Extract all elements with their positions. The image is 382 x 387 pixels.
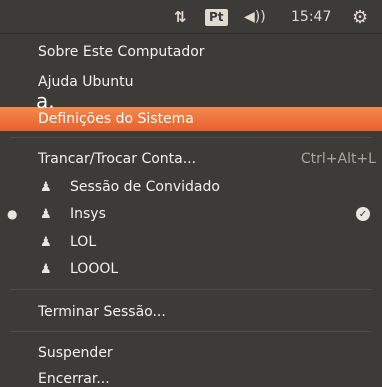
menu-item-suspend[interactable]: Suspender: [0, 341, 382, 365]
session-menu: Sobre Este Computador Ajuda Ubuntu Defin…: [0, 34, 382, 387]
menu-item-shutdown[interactable]: Encerrar...: [0, 367, 382, 387]
annotation-label: a.: [36, 89, 55, 113]
menu-separator: [10, 331, 372, 332]
session-gear-icon[interactable]: ⚙: [352, 0, 376, 34]
menu-item-label: Ajuda Ubuntu: [38, 74, 134, 90]
person-icon: ♟: [40, 179, 52, 195]
menu-item-logout[interactable]: Terminar Sessão...: [0, 300, 382, 324]
person-icon: ♟: [40, 261, 52, 277]
menu-item-lock[interactable]: Trancar/Trocar Conta... Ctrl+Alt+L: [0, 147, 382, 171]
menu-item-user-loool[interactable]: ♟ LOOOL: [0, 257, 382, 281]
user-name: LOL: [70, 234, 97, 250]
menu-separator: [10, 137, 372, 138]
menu-item-user-lol[interactable]: ♟ LOL: [0, 230, 382, 254]
menu-item-label: Terminar Sessão...: [38, 304, 166, 320]
menu-separator: [10, 289, 372, 290]
menu-item-label: Suspender: [38, 345, 113, 361]
menu-item-label: Sobre Este Computador: [38, 44, 205, 60]
top-panel: ⇅ Pt ◀)) 15:47 ⚙: [0, 0, 382, 34]
menu-item-user-guest[interactable]: ♟ Sessão de Convidado: [0, 175, 382, 199]
person-icon: ♟: [40, 206, 52, 222]
clock[interactable]: 15:47: [291, 0, 341, 34]
shortcut-label: Ctrl+Alt+L: [300, 151, 376, 167]
user-name: Sessão de Convidado: [70, 179, 220, 195]
menu-item-label: Definições do Sistema: [38, 111, 194, 127]
user-name: LOOOL: [70, 261, 119, 277]
network-icon[interactable]: ⇅: [174, 0, 200, 34]
menu-item-help[interactable]: Ajuda Ubuntu: [0, 70, 382, 94]
menu-item-about[interactable]: Sobre Este Computador: [0, 40, 382, 64]
menu-item-user-insys[interactable]: ● ♟ Insys ✓: [0, 202, 382, 226]
menu-item-settings[interactable]: Definições do Sistema: [0, 107, 382, 131]
person-icon: ♟: [40, 234, 52, 250]
menu-item-label: Trancar/Trocar Conta...: [38, 151, 197, 167]
volume-icon[interactable]: ◀)): [244, 0, 280, 34]
user-name: Insys: [70, 206, 106, 222]
keyboard-layout-label: Pt: [205, 8, 228, 26]
active-user-bullet-icon: ●: [7, 207, 18, 221]
menu-item-label: Encerrar...: [38, 371, 110, 387]
keyboard-indicator[interactable]: Pt: [205, 0, 235, 34]
check-icon: ✓: [356, 207, 370, 221]
